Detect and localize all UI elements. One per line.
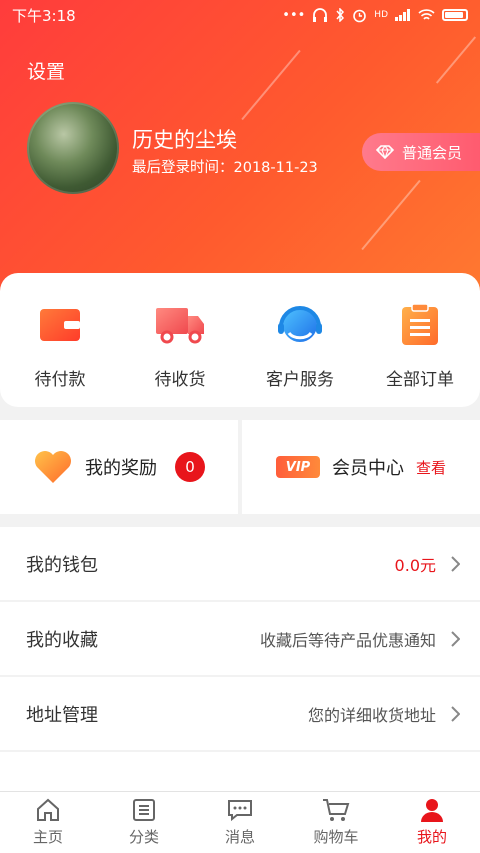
order-label: 待付款 bbox=[34, 370, 86, 390]
tab-home[interactable]: 主页 bbox=[0, 792, 96, 853]
settings-link[interactable]: 设置 bbox=[27, 57, 65, 84]
rewards-label: 我的奖励 bbox=[85, 458, 157, 479]
customer-service[interactable]: 客户服务 bbox=[240, 273, 360, 407]
signal-icon bbox=[395, 9, 410, 21]
member-center[interactable]: VIP 会员中心 查看 bbox=[242, 420, 480, 514]
bottom-tab-bar: 主页 分类 消息 购物车 我的 bbox=[0, 791, 480, 853]
tab-label: 主页 bbox=[32, 828, 63, 846]
status-time: 下午3:18 bbox=[12, 6, 76, 25]
order-label: 客户服务 bbox=[266, 370, 334, 390]
order-label: 全部订单 bbox=[386, 370, 454, 390]
list-item-value: 收藏后等待产品优惠通知 bbox=[259, 630, 436, 650]
list-item-label: 我的钱包 bbox=[26, 554, 98, 576]
member-level-label: 普通会员 bbox=[402, 143, 463, 162]
settings-list: 我的钱包 0.0元 我的收藏 收藏后等待产品优惠通知 地址管理 您的详细收货地址 bbox=[0, 527, 480, 827]
order-label: 待收货 bbox=[154, 370, 206, 390]
battery-icon bbox=[442, 9, 468, 21]
tab-category[interactable]: 分类 bbox=[96, 792, 192, 853]
tab-messages[interactable]: 消息 bbox=[192, 792, 288, 853]
hd-label: HD bbox=[374, 10, 388, 20]
alarm-icon bbox=[353, 9, 367, 22]
view-link[interactable]: 查看 bbox=[416, 457, 446, 478]
member-center-label: 会员中心 bbox=[331, 458, 404, 479]
wallet-balance: 0.0元 bbox=[394, 555, 436, 575]
tab-cart[interactable]: 购物车 bbox=[288, 792, 384, 853]
cart-icon bbox=[323, 799, 350, 821]
message-icon bbox=[228, 800, 252, 822]
status-bar: 下午3:18 ••• HD bbox=[0, 0, 480, 30]
status-icons: ••• HD bbox=[282, 8, 468, 23]
list-icon bbox=[133, 799, 155, 821]
last-login-time: 最后登录时间：2018-11-23 bbox=[132, 160, 318, 176]
profile-header: 下午3:18 ••• HD 设置 历史的尘埃 最后登录时间：2018-11-23… bbox=[0, 0, 480, 310]
diamond-icon bbox=[376, 145, 394, 159]
chevron-right-icon bbox=[451, 630, 460, 647]
bluetooth-icon bbox=[336, 8, 345, 22]
headset-icon bbox=[274, 303, 326, 347]
member-level-badge[interactable]: 普通会员 bbox=[362, 133, 480, 171]
wallet-icon bbox=[34, 303, 86, 347]
tab-label: 消息 bbox=[224, 828, 255, 846]
decorative-streak bbox=[435, 36, 477, 84]
order-pending-receipt[interactable]: 待收货 bbox=[120, 273, 240, 407]
chevron-right-icon bbox=[451, 555, 460, 572]
list-item-label: 地址管理 bbox=[26, 704, 98, 726]
tab-label: 我的 bbox=[416, 828, 447, 846]
chevron-right-icon bbox=[451, 705, 460, 722]
rewards-count-badge: 0 bbox=[175, 452, 205, 482]
list-item-value: 您的详细收货地址 bbox=[307, 705, 436, 725]
home-icon bbox=[37, 798, 59, 821]
username: 历史的尘埃 bbox=[132, 128, 237, 152]
wifi-icon bbox=[418, 8, 435, 20]
tab-mine[interactable]: 我的 bbox=[384, 792, 480, 853]
list-item-wallet[interactable]: 我的钱包 0.0元 bbox=[0, 527, 480, 602]
order-pending-payment[interactable]: 待付款 bbox=[0, 273, 120, 407]
order-shortcuts: 待付款 待收货 客户服务 全部订单 bbox=[0, 273, 480, 407]
headphones-icon bbox=[313, 8, 328, 22]
decorative-streak bbox=[241, 49, 301, 121]
clipboard-icon bbox=[394, 303, 446, 347]
tab-label: 购物车 bbox=[313, 828, 359, 846]
heart-icon bbox=[35, 451, 71, 483]
list-item-favorites[interactable]: 我的收藏 收藏后等待产品优惠通知 bbox=[0, 602, 480, 677]
list-item-address[interactable]: 地址管理 您的详细收货地址 bbox=[0, 677, 480, 752]
vip-icon: VIP bbox=[275, 456, 320, 478]
decorative-streak bbox=[361, 179, 421, 251]
tab-label: 分类 bbox=[128, 828, 159, 846]
more-dots-icon: ••• bbox=[282, 7, 306, 23]
truck-icon bbox=[154, 303, 206, 347]
rewards-row: 我的奖励 0 VIP 会员中心 查看 bbox=[0, 420, 480, 514]
avatar[interactable] bbox=[27, 102, 119, 194]
user-icon bbox=[421, 799, 443, 822]
my-rewards[interactable]: 我的奖励 0 bbox=[0, 420, 238, 514]
list-item-label: 我的收藏 bbox=[26, 629, 98, 651]
all-orders[interactable]: 全部订单 bbox=[360, 273, 480, 407]
